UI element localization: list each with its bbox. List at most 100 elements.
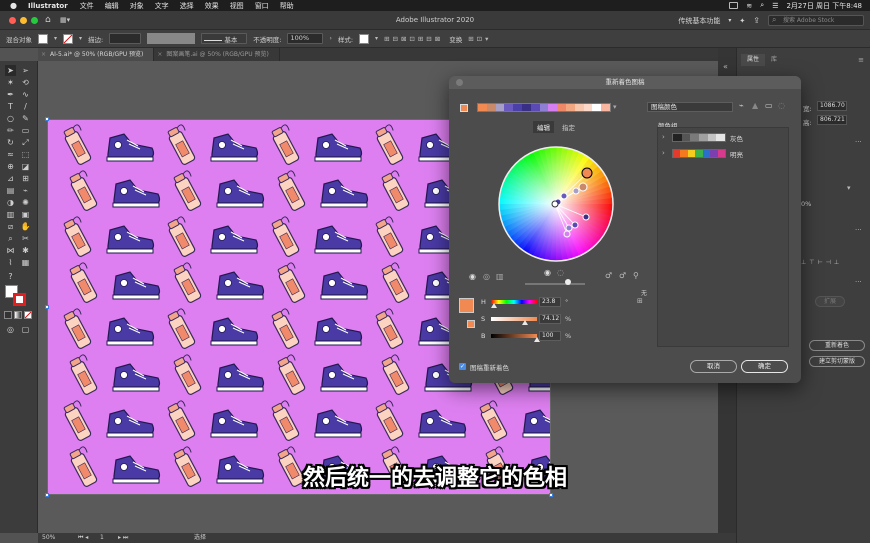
harmony-color-chip[interactable] <box>495 104 505 111</box>
harmony-color-chip[interactable] <box>530 104 540 111</box>
free-transform-tool-icon[interactable]: ⬚ <box>20 149 31 160</box>
harmony-color-chip[interactable] <box>478 104 487 111</box>
battery-icon[interactable] <box>729 2 739 9</box>
width-tool-icon[interactable]: ⋈ <box>5 245 16 256</box>
tab-assign[interactable]: 指定 <box>562 122 575 132</box>
color-mode-menu-icon[interactable]: ⊞ <box>637 297 643 305</box>
mesh-tool-icon[interactable]: ⊞ <box>20 173 31 184</box>
scale-tool-icon[interactable]: ⤢ <box>20 137 31 148</box>
hsb-value-field[interactable]: 74.12 <box>539 314 561 324</box>
close-tab-icon[interactable]: × <box>41 48 46 61</box>
color-handle[interactable] <box>563 230 571 238</box>
zoom-tool-icon[interactable]: ⌕ <box>5 233 16 244</box>
transform-icons[interactable]: ⊞⊡▾ <box>468 35 491 43</box>
selection-handle[interactable] <box>45 493 49 497</box>
harmony-color-chip[interactable] <box>557 104 566 111</box>
brightness-slider-thumb[interactable] <box>565 279 571 285</box>
paintbrush-tool-icon[interactable]: ✎ <box>20 113 31 124</box>
selection-handle[interactable] <box>549 493 553 497</box>
new-color-group-icon[interactable]: ▭ <box>765 101 773 110</box>
delete-color-group-icon[interactable]: ◌ <box>778 101 785 110</box>
dialog-close-button[interactable] <box>456 79 463 86</box>
menu-effect[interactable]: 效果 <box>205 1 219 11</box>
tab-properties[interactable]: 属性 <box>741 54 766 66</box>
recolor-artwork-checkbox[interactable]: ✓ <box>459 363 466 370</box>
workspace-dropdown-icon[interactable]: ▾ <box>728 17 731 24</box>
more-options-icon[interactable]: ··· <box>855 226 862 234</box>
perspective-grid-tool-icon[interactable]: ⊿ <box>5 173 16 184</box>
clock[interactable]: 2月27日 周日 下午8:48 <box>786 1 862 11</box>
color-handle[interactable] <box>565 224 573 232</box>
lasso-tool-icon[interactable]: ⟲ <box>20 77 31 88</box>
stroke-swatch[interactable] <box>63 33 74 44</box>
column-graph-tool-icon[interactable]: ▥ <box>5 209 16 220</box>
color-handle[interactable] <box>582 213 590 221</box>
slice-tool-icon[interactable]: ⧄ <box>5 221 16 232</box>
control-center-icon[interactable]: ☰ <box>772 2 778 10</box>
hsb-value-field[interactable]: 100 <box>539 331 561 341</box>
panel-menu-icon[interactable]: ≡ <box>858 56 864 64</box>
make-clipping-mask-button[interactable]: 建立剪切蒙版 <box>809 356 865 367</box>
width-field[interactable]: 1086.70 <box>817 101 847 111</box>
share-icon[interactable]: ⇪ <box>753 16 760 25</box>
selection-tool-icon[interactable]: ➤ <box>5 65 16 76</box>
remove-color-tool-icon[interactable]: ♂ <box>619 271 626 280</box>
graphic-style-swatch[interactable] <box>359 33 370 44</box>
display-smooth-wheel-icon[interactable]: ◉ <box>469 272 476 281</box>
align-distribute-icons[interactable]: ⊥⊤⊢⊣⊥ <box>801 259 842 266</box>
type-tool-icon[interactable]: T <box>5 101 16 112</box>
opacity-dropdown-icon[interactable]: › <box>329 35 331 42</box>
collapse-panels-icon[interactable]: « <box>723 62 728 71</box>
current-color-swatch[interactable] <box>460 104 468 112</box>
variable-width-profile[interactable] <box>147 33 196 44</box>
tab-pattern-brush[interactable]: × 图案画笔.ai @ 50% (RGB/GPU 预览) <box>154 48 280 61</box>
stroke-style-dropdown[interactable]: 基本 <box>201 33 248 44</box>
draw-mode-icon[interactable]: ◎ <box>5 324 16 335</box>
scissors-tool-icon[interactable]: ✂ <box>20 233 31 244</box>
artboard-nav-icons[interactable]: ▸ ⏭ <box>118 533 128 543</box>
selected-color-small-swatch[interactable] <box>467 320 475 328</box>
ellipse-tool-icon[interactable]: ○ <box>5 113 16 124</box>
wifi-icon[interactable]: ≋ <box>746 2 752 10</box>
symbol-sprayer-tool-icon[interactable]: ✺ <box>20 197 31 208</box>
style-dropdown-icon[interactable]: ▾ <box>375 35 378 42</box>
menu-file[interactable]: 文件 <box>80 1 94 11</box>
harmony-color-chip[interactable] <box>539 104 549 111</box>
wheel-center-handle[interactable] <box>551 200 559 208</box>
color-group-swatches[interactable] <box>672 133 726 142</box>
app-menu[interactable]: Illustrator <box>28 2 68 10</box>
workspace-switcher[interactable]: 传统基本功能 <box>678 16 720 26</box>
hsb-value-field[interactable]: 23.8 <box>539 297 561 307</box>
hsb-slider-track[interactable] <box>491 317 537 321</box>
close-tab-icon[interactable]: × <box>157 48 162 61</box>
color-handle[interactable] <box>571 221 579 229</box>
eyedropper-icon[interactable]: ⌁ <box>739 101 744 110</box>
edit-toolbar-icon[interactable]: ? <box>5 271 16 282</box>
cancel-button[interactable]: 取消 <box>690 360 737 373</box>
brightness-icon[interactable]: ◉ <box>544 268 551 277</box>
puppet-warp-tool-icon[interactable]: ✱ <box>20 245 31 256</box>
gradient-tool-icon[interactable]: ▤ <box>5 185 16 196</box>
opacity-field[interactable]: 100% <box>287 33 324 44</box>
expand-button[interactable]: 扩展 <box>815 296 845 307</box>
stroke-color-icon[interactable] <box>13 293 26 306</box>
gradient-mode-icon[interactable] <box>14 311 22 319</box>
menu-object[interactable]: 对象 <box>130 1 144 11</box>
fill-swatch[interactable] <box>38 33 48 44</box>
color-mode-icon[interactable] <box>4 311 12 319</box>
menu-select[interactable]: 选择 <box>180 1 194 11</box>
harmony-color-chip[interactable] <box>486 104 496 111</box>
search-help-icon[interactable]: ✦ <box>739 17 745 25</box>
harmony-color-chip[interactable] <box>548 104 558 111</box>
harmony-color-chip[interactable] <box>601 104 610 111</box>
harmony-color-chip[interactable] <box>521 104 531 111</box>
harmony-color-chip[interactable] <box>574 104 584 111</box>
tab-edit[interactable]: 编辑 <box>533 121 554 133</box>
pen-tool-icon[interactable]: ✒ <box>5 89 16 100</box>
knife-tool-icon[interactable]: ⌇ <box>5 257 16 268</box>
eyedropper-tool-icon[interactable]: ⌁ <box>20 185 31 196</box>
rectangle-grid-tool-icon[interactable]: ▦ <box>20 257 31 268</box>
screen-mode-icon[interactable]: ▢ <box>20 324 31 335</box>
page-number[interactable]: 1 <box>100 533 104 543</box>
curvature-tool-icon[interactable]: ∿ <box>20 89 31 100</box>
